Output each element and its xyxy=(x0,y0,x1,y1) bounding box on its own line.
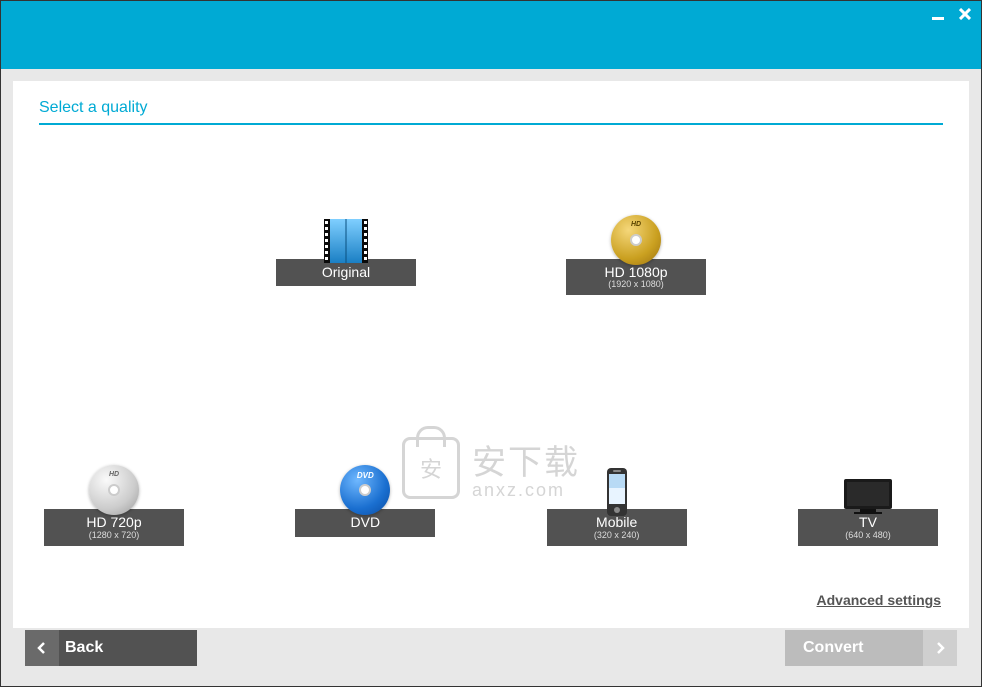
film-icon xyxy=(318,215,374,271)
dvd-disc-icon: DVD xyxy=(337,465,393,521)
app-window: Select a quality xyxy=(0,0,982,687)
chevron-left-icon xyxy=(35,641,49,655)
quality-option-dvd[interactable]: DVD DVD xyxy=(295,465,435,545)
disc-text: HD xyxy=(109,471,119,478)
quality-option-original[interactable]: Original xyxy=(276,215,416,295)
minimize-button[interactable] xyxy=(931,7,945,26)
quality-row-1: Original HD HD 1080p (1 xyxy=(39,215,943,295)
quality-sublabel: (1920 x 1080) xyxy=(570,280,702,289)
convert-button-label: Convert xyxy=(803,639,863,657)
quality-sublabel: (1280 x 720) xyxy=(48,531,180,540)
disc-text: HD xyxy=(631,221,641,228)
quality-option-tv[interactable]: TV (640 x 480) xyxy=(798,465,938,545)
quality-sublabel: (320 x 240) xyxy=(551,531,683,540)
disc-text: DVD xyxy=(357,471,374,480)
convert-button[interactable]: Convert xyxy=(785,630,957,666)
main-panel: Select a quality xyxy=(13,81,969,628)
close-button[interactable] xyxy=(959,7,971,25)
quality-sublabel: (640 x 480) xyxy=(802,531,934,540)
back-button[interactable]: Back xyxy=(25,630,197,666)
hd-disc-gold-icon: HD xyxy=(608,215,664,271)
title-bar xyxy=(1,1,981,69)
back-button-label: Back xyxy=(65,639,103,657)
chevron-right-box xyxy=(923,630,957,666)
quality-row-2: HD HD 720p (1280 x 720) xyxy=(39,465,943,545)
tv-icon xyxy=(840,465,896,521)
phone-icon xyxy=(589,465,645,521)
close-icon xyxy=(959,8,971,20)
minimize-icon xyxy=(931,7,945,21)
panel-divider xyxy=(39,123,943,125)
content-area: Select a quality xyxy=(1,69,981,686)
footer-nav: Back Convert xyxy=(13,628,969,674)
chevron-right-icon xyxy=(933,641,947,655)
hd-disc-silver-icon: HD xyxy=(86,465,142,521)
quality-option-hd720[interactable]: HD HD 720p (1280 x 720) xyxy=(44,465,184,545)
quality-option-mobile[interactable]: Mobile (320 x 240) xyxy=(547,465,687,545)
panel-title: Select a quality xyxy=(39,99,943,123)
quality-option-hd1080[interactable]: HD HD 1080p (1920 x 1080) xyxy=(566,215,706,295)
chevron-left-box xyxy=(25,630,59,666)
quality-grid: Original HD HD 1080p (1 xyxy=(39,135,943,586)
advanced-settings-link[interactable]: Advanced settings xyxy=(39,586,943,614)
